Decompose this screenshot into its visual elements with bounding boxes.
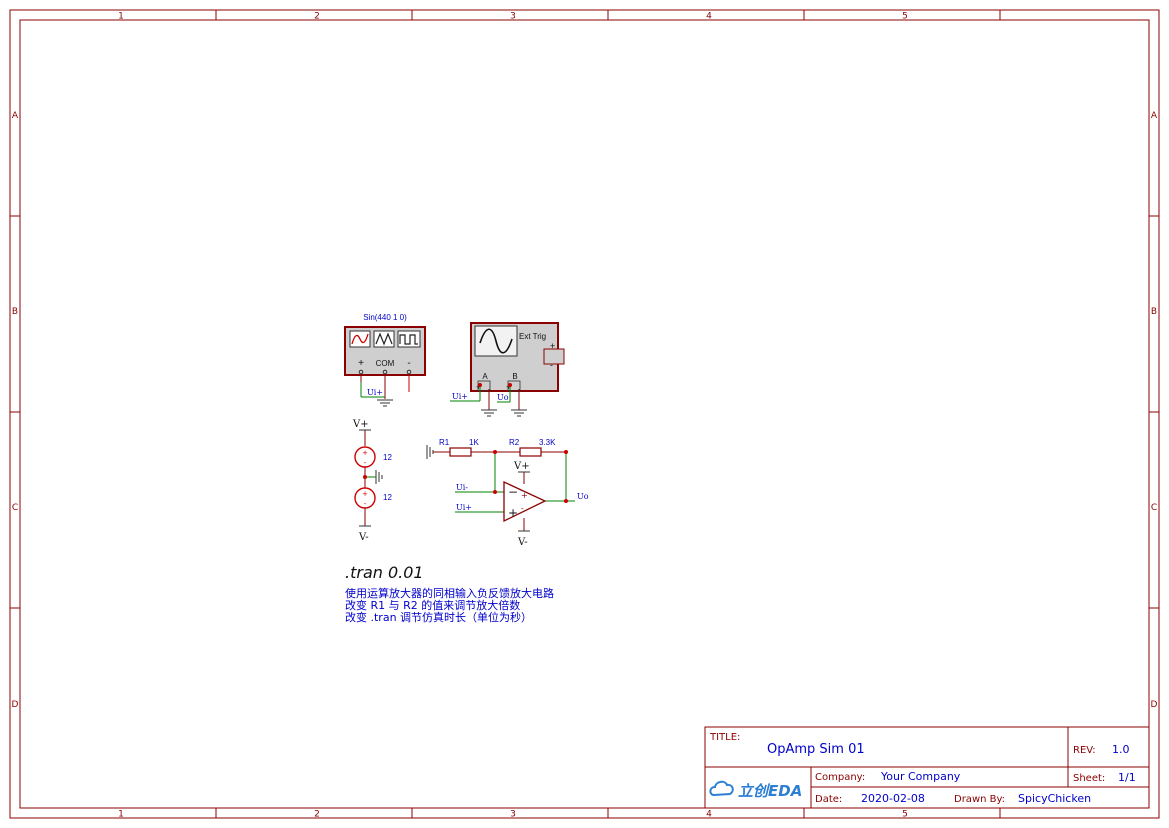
generator-minus-label: -	[407, 358, 410, 369]
resistor-r1-value: 1K	[469, 438, 479, 447]
row-label-c-right: C	[1151, 503, 1157, 513]
supply-vminus-label: V-	[358, 532, 369, 543]
sheet-title: OpAmp Sim 01	[767, 742, 865, 757]
col-label-5-bottom: 5	[902, 810, 908, 820]
scope-channel-a-label: A	[482, 372, 488, 381]
row-label-c-left: C	[12, 503, 18, 513]
row-label-d-left: D	[12, 700, 19, 710]
resistor-r2-name: R2	[509, 438, 520, 447]
ground-symbol	[377, 399, 393, 407]
op-amp-plus-marker: +	[521, 491, 528, 500]
supply-vplus-label: V+	[352, 419, 369, 430]
source-2-minus-sign: -	[364, 500, 367, 508]
source-2-plus-sign: +	[362, 490, 368, 498]
note-line-2: 改变 R1 与 R2 的值来调节放大倍数	[345, 598, 520, 612]
sheet-frame	[9, 9, 1160, 819]
rev-value: 1.0	[1112, 743, 1130, 756]
date-value: 2020-02-08	[861, 792, 925, 805]
supply-ground-icon	[375, 470, 383, 484]
resistor-r2-body[interactable]	[519, 447, 542, 457]
op-amp-noninverting-sign: +	[508, 506, 518, 520]
rev-label: REV:	[1073, 745, 1096, 756]
drawn-by-value: SpicyChicken	[1018, 792, 1091, 805]
col-label-2-top: 2	[314, 12, 320, 22]
spice-directive[interactable]: .tran 0.01	[345, 563, 424, 582]
scope-trig-plus-sign: +	[550, 341, 555, 351]
dual-power-supply[interactable]: V+ + - 12 + - 12 V-	[352, 419, 392, 543]
oscilloscope[interactable]: Ext Trig + - A B + +	[470, 322, 565, 392]
supply-midpoint-junction	[363, 475, 367, 479]
resistor-r1[interactable]: R1 1K	[439, 438, 479, 457]
resistor-r2-value: 3.3K	[539, 438, 556, 447]
cloud-logo-icon	[709, 780, 734, 797]
drawn-by-label: Drawn By:	[954, 794, 1005, 805]
scope-ground-a	[481, 409, 497, 417]
generator-spec-label: Sin(440 1 0)	[363, 313, 407, 322]
scope-ext-trig-port[interactable]	[543, 348, 565, 365]
resistor-r2[interactable]: R2 3.3K	[509, 438, 556, 457]
company-value: Your Company	[880, 770, 961, 783]
row-label-a-right: A	[1151, 111, 1158, 121]
col-label-3-top: 3	[510, 12, 516, 22]
net-label-ui-plus-amp: Ui+	[456, 503, 472, 512]
row-label-b-left: B	[12, 307, 18, 317]
date-label: Date:	[815, 794, 842, 805]
source-1-value: 12	[383, 453, 392, 462]
op-amp-vminus-label: V-	[517, 537, 528, 548]
note-line-1: 使用运算放大器的同相输入负反馈放大电路	[345, 586, 554, 600]
scope-channel-b-label: B	[512, 372, 517, 381]
generator-plus-label: +	[358, 358, 364, 369]
company-label: Company:	[815, 772, 865, 783]
net-label-uo-scope: Uo	[497, 393, 509, 402]
net-label-ui-plus-scope: Ui+	[452, 392, 468, 401]
col-label-1-top: 1	[118, 12, 124, 22]
row-label-b-right: B	[1151, 307, 1157, 317]
schematic-sheet: 1 2 3 4 5 1 2 3 4 5 A B C D A B C D Sin(…	[9, 9, 1160, 820]
col-label-4-top: 4	[706, 12, 712, 22]
source-1-plus-sign: +	[362, 449, 368, 457]
scope-ext-trig-label: Ext Trig	[519, 332, 546, 341]
row-label-a-left: A	[12, 111, 19, 121]
col-label-2-bottom: 2	[314, 810, 320, 820]
scope-ground-b	[511, 409, 527, 417]
col-label-5-top: 5	[902, 12, 908, 22]
net-label-uo: Uo	[577, 492, 589, 501]
resistor-r1-name: R1	[439, 438, 450, 447]
resistor-r1-body[interactable]	[449, 447, 472, 457]
function-generator[interactable]: Sin(440 1 0) + COM -	[344, 313, 426, 376]
sheet-value: 1/1	[1118, 771, 1136, 784]
amplifier-ground-icon	[426, 445, 434, 459]
title-label: TITLE:	[709, 732, 740, 743]
col-label-1-bottom: 1	[118, 810, 124, 820]
net-label-ui-plus-generator: Ui+	[367, 388, 383, 397]
op-amp-minus-marker: -	[521, 504, 524, 513]
col-label-4-bottom: 4	[706, 810, 712, 820]
op-amp-inverting-sign: −	[508, 485, 518, 499]
col-label-3-bottom: 3	[510, 810, 516, 820]
lceda-logo: 立创EDA	[709, 780, 802, 800]
scope-trig-minus-sign: -	[550, 360, 553, 370]
source-2-value: 12	[383, 493, 392, 502]
net-label-ui-minus: Ui-	[456, 483, 468, 492]
note-line-3: 改变 .tran 调节仿真时长（单位为秒）	[345, 610, 532, 624]
row-label-d-right: D	[1151, 700, 1158, 710]
op-amp-vplus-label: V+	[513, 461, 530, 472]
source-1-minus-sign: -	[364, 459, 367, 467]
lceda-logo-text: 立创EDA	[738, 782, 802, 800]
frame-labels: 1 2 3 4 5 1 2 3 4 5 A B C D A B C D	[12, 12, 1158, 820]
sheet-label: Sheet:	[1073, 773, 1105, 784]
generator-com-label: COM	[376, 359, 395, 368]
